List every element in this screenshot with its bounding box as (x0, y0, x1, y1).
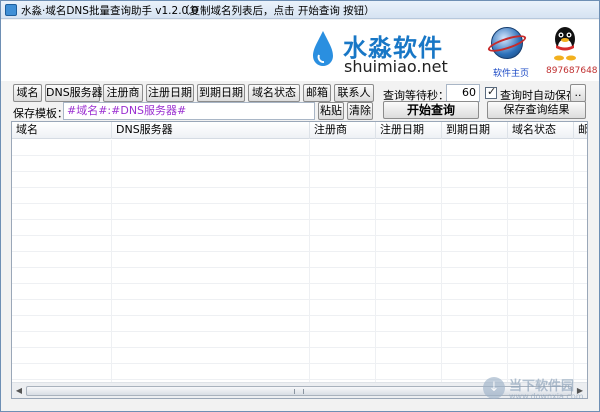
window-title: 水淼·域名DNS批量查询助手 v1.2.0.0 (21, 5, 199, 17)
scroll-left-arrow-icon[interactable]: ◀ (13, 385, 25, 397)
column-header-reg-date[interactable]: 注册日期 (376, 122, 442, 139)
qq-penguin-icon[interactable] (550, 25, 580, 61)
field-button-status[interactable]: 域名状态 (248, 84, 300, 102)
software-home-link[interactable]: 软件主页 (493, 66, 529, 79)
column-header-domain[interactable]: 域名 (12, 122, 112, 139)
grip-icon (294, 389, 304, 394)
paste-button[interactable]: 粘贴 (318, 102, 344, 120)
watermark-url: www.downxia.com (509, 392, 584, 401)
field-button-reg-date[interactable]: 注册日期 (146, 84, 194, 102)
watermark: ↓ 当下软件园 www.downxia.com (483, 375, 595, 407)
template-label: 保存模板： (13, 107, 68, 120)
start-query-button[interactable]: 开始查询 (383, 101, 479, 119)
table-row[interactable] (12, 140, 587, 156)
title-bar: 水淼·域名DNS批量查询助手 v1.2.0.0 （复制域名列表后，点击 开始查询… (1, 1, 599, 19)
table-row[interactable] (12, 252, 587, 268)
table-row[interactable] (12, 268, 587, 284)
grid-line (573, 140, 574, 382)
field-button-email[interactable]: 邮箱 (303, 84, 331, 102)
app-window: 水淼·域名DNS批量查询助手 v1.2.0.0 （复制域名列表后，点击 开始查询… (0, 0, 600, 412)
field-button-domain[interactable]: 域名 (13, 84, 42, 102)
table-row[interactable] (12, 284, 587, 300)
field-button-registrar[interactable]: 注册商 (103, 84, 143, 102)
table-row[interactable] (12, 172, 587, 188)
table-row[interactable] (12, 300, 587, 316)
field-button-contact[interactable]: 联系人 (334, 84, 374, 102)
field-button-dns[interactable]: DNS服务器 (45, 84, 103, 102)
results-table[interactable]: 域名 DNS服务器 注册商 注册日期 到期日期 域名状态 邮 ◀ ▶ (11, 121, 588, 399)
table-row[interactable] (12, 348, 587, 364)
grid-line (375, 140, 376, 382)
table-row[interactable] (12, 204, 587, 220)
auto-save-checkbox[interactable] (485, 85, 497, 99)
grid-line (441, 140, 442, 382)
table-row[interactable] (12, 156, 587, 172)
table-row[interactable] (12, 316, 587, 332)
template-input[interactable]: #域名#:#DNS服务器# (63, 102, 315, 120)
download-arrow-icon: ↓ (483, 377, 505, 399)
wait-seconds-input[interactable]: 60 (446, 84, 480, 102)
table-row[interactable] (12, 332, 587, 348)
app-icon (5, 4, 17, 16)
column-header-dns[interactable]: DNS服务器 (112, 122, 310, 139)
column-header-registrar[interactable]: 注册商 (310, 122, 376, 139)
column-header-email[interactable]: 邮 (574, 122, 587, 139)
table-header: 域名 DNS服务器 注册商 注册日期 到期日期 域名状态 邮 (12, 122, 587, 139)
table-row[interactable] (12, 220, 587, 236)
water-drop-icon (313, 31, 333, 66)
browse-button[interactable]: .. (570, 84, 586, 102)
brand-banner: 水淼软件 shuimiao.net 软件主页 897687648 (1, 20, 599, 81)
clear-button[interactable]: 清除 (347, 102, 373, 120)
table-body[interactable] (12, 140, 587, 382)
grid-line (507, 140, 508, 382)
grid-line (309, 140, 310, 382)
qq-number[interactable]: 897687648 (546, 66, 598, 76)
column-header-status[interactable]: 域名状态 (508, 122, 574, 139)
table-row[interactable] (12, 188, 587, 204)
table-row[interactable] (12, 236, 587, 252)
column-header-exp-date[interactable]: 到期日期 (442, 122, 508, 139)
save-results-button[interactable]: 保存查询结果 (487, 101, 586, 119)
usage-hint: （复制域名列表后，点击 开始查询 按钮） (179, 5, 375, 17)
grid-line (111, 140, 112, 382)
brand-url: shuimiao.net (344, 57, 448, 76)
field-button-exp-date[interactable]: 到期日期 (197, 84, 245, 102)
